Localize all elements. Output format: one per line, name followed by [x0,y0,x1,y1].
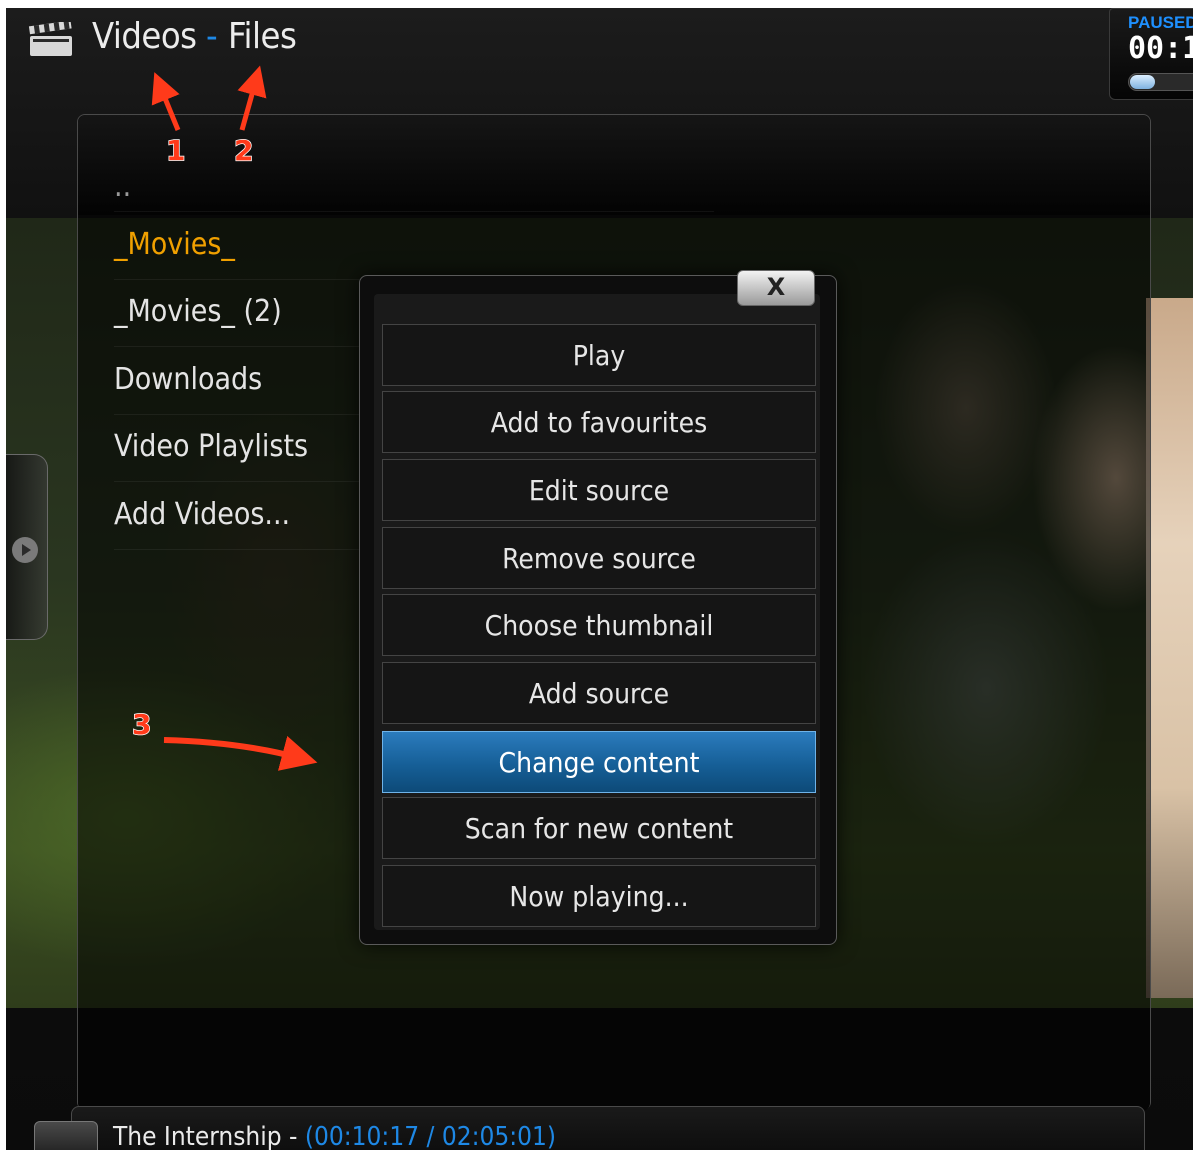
menu-item-label: Choose thumbnail [484,608,714,642]
now-playing-title: The Internship [113,1122,282,1150]
list-item-label: _Movies_ [114,227,235,262]
annotation-marker-1: 1 [165,133,186,168]
subsection-title[interactable]: Files [228,16,297,57]
menu-item-label: Now playing... [509,879,689,913]
list-item-label: .. [114,169,132,204]
close-button[interactable]: X [737,270,815,306]
player-progress-fill [1130,75,1155,89]
menu-item-now-playing[interactable]: Now playing... [382,865,816,927]
now-playing-separator: - [289,1122,298,1150]
fanart-edge [1146,298,1193,998]
menu-item-label: Add source [528,676,670,710]
menu-item-add-to-favourites[interactable]: Add to favourites [382,391,816,453]
menu-item-change-content[interactable]: Change content [382,731,816,793]
paused-label: PAUSED [1128,13,1193,32]
annotation-marker-3: 3 [131,707,152,742]
menu-item-choose-thumbnail[interactable]: Choose thumbnail [382,594,816,656]
menu-item-label: Scan for new content [464,811,734,845]
menu-item-scan-for-new-content[interactable]: Scan for new content [382,797,816,859]
player-status-box[interactable]: PAUSED 00:10 [1109,8,1193,100]
menu-item-play[interactable]: Play [382,324,816,386]
menu-item-label: Add to favourites [490,405,708,439]
list-item-label: Video Playlists [114,429,309,464]
list-item-label: Downloads [114,362,263,397]
list-item-movies[interactable]: _Movies_ [114,213,714,280]
list-item-label: Add Videos... [114,497,291,532]
player-time: 00:10 [1128,31,1193,66]
section-title[interactable]: Videos [92,16,197,57]
chevron-right-icon [12,537,38,563]
now-playing-text: The Internship - (00:10:17 / 02:05:01) [113,1122,556,1150]
player-progress-bar[interactable] [1128,73,1193,91]
kodi-screen: Videos - Files PAUSED 00:10 .. _Movies_ … [6,8,1193,1150]
menu-item-remove-source[interactable]: Remove source [382,527,816,589]
menu-item-edit-source[interactable]: Edit source [382,459,816,521]
menu-item-label: Play [572,338,626,372]
list-item-label: _Movies_ (2) [114,294,282,329]
clapperboard-icon [28,22,72,56]
menu-item-add-source[interactable]: Add source [382,662,816,724]
annotation-marker-2: 2 [233,133,254,168]
side-menu-tab[interactable] [6,454,48,640]
title-separator: - [206,16,218,57]
context-menu-dialog: X Play Add to favourites Edit source Rem… [359,270,837,945]
menu-item-label: Edit source [528,473,670,507]
menu-item-label: Change content [498,745,700,779]
now-playing-time: (00:10:17 / 02:05:01) [304,1122,556,1150]
list-item-parent[interactable]: .. [114,145,714,212]
top-header: Videos - Files PAUSED 00:10 [6,8,1193,103]
play-icon[interactable] [34,1121,98,1150]
menu-item-label: Remove source [502,541,696,575]
panel-footer [78,1009,1150,1111]
